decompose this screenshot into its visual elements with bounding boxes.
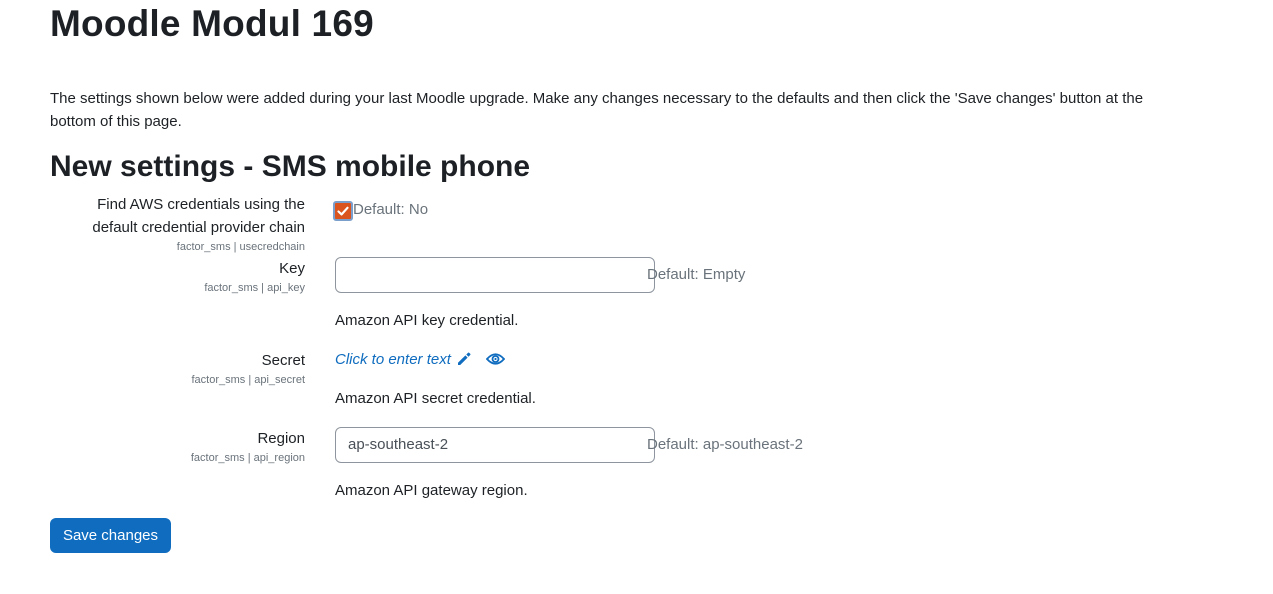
usecredchain-label: Find AWS credentials using the default c…	[45, 193, 305, 239]
api-region-identifier: factor_sms | api_region	[190, 452, 305, 464]
upgrade-intro-text: The settings shown below were added duri…	[50, 90, 1144, 130]
api-secret-label: Secret	[261, 352, 305, 369]
eye-icon[interactable]	[485, 351, 506, 372]
api-region-input[interactable]: ap-southeast-2	[335, 427, 655, 463]
api-region-description: Amazon API gateway region.	[335, 482, 528, 499]
save-changes-button[interactable]: Save changes	[50, 518, 171, 553]
api-region-default: Default: ap-southeast-2	[647, 436, 803, 453]
api-key-description: Amazon API key credential.	[335, 312, 519, 329]
section-title: New settings - SMS mobile phone	[50, 150, 531, 183]
usecredchain-label-line2: default credential provider chain	[92, 219, 305, 236]
api-secret-identifier: factor_sms | api_secret	[191, 374, 305, 386]
usecredchain-label-line1: Find AWS credentials using the	[97, 196, 305, 213]
usecredchain-default: Default: No	[353, 201, 429, 218]
usecredchain-checkbox[interactable]	[333, 201, 353, 221]
api-secret-description: Amazon API secret credential.	[335, 390, 536, 407]
pencil-icon[interactable]	[456, 351, 472, 372]
checkmark-icon	[337, 206, 349, 216]
usecredchain-identifier: factor_sms | usecredchain	[176, 241, 305, 253]
api-key-identifier: factor_sms | api_key	[204, 282, 305, 294]
api-key-input[interactable]	[335, 257, 655, 293]
api-key-label: Key	[279, 260, 305, 277]
api-region-label: Region	[257, 430, 305, 447]
api-key-default: Default: Empty	[647, 266, 746, 283]
page-title: Moodle Modul 169	[50, 3, 374, 44]
api-secret-click-to-edit[interactable]: Click to enter text	[335, 350, 451, 370]
